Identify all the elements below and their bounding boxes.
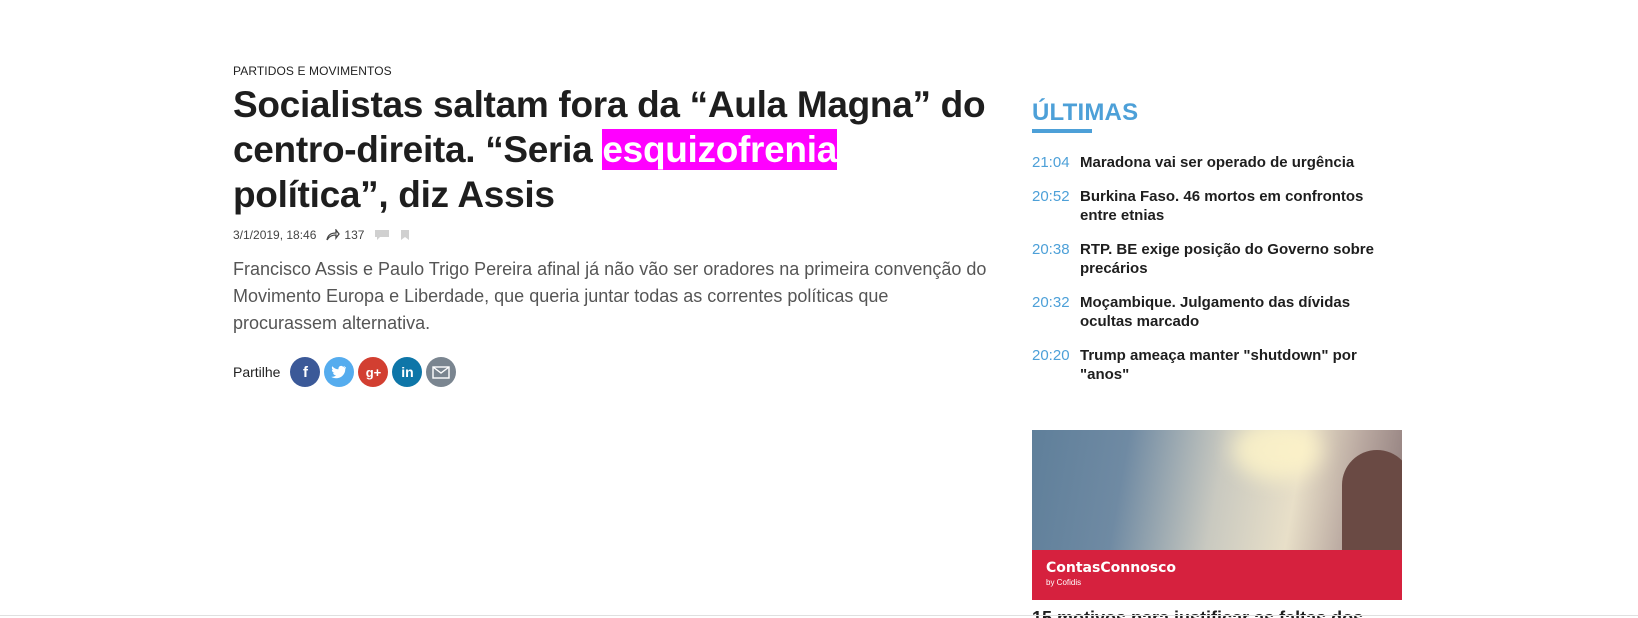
ad-brand-by: by Cofidis — [1046, 578, 1082, 587]
title-underline — [1032, 129, 1092, 133]
news-time: 20:52 — [1032, 188, 1070, 205]
news-headline[interactable]: Trump ameaça manter "shutdown" por "anos… — [1080, 346, 1402, 384]
email-share-button[interactable] — [426, 357, 457, 387]
linkedin-share-button[interactable]: in — [392, 357, 423, 387]
news-item[interactable]: 20:20 Trump ameaça manter "shutdown" por… — [1032, 346, 1402, 384]
news-time: 20:20 — [1032, 347, 1070, 364]
ad-photo-light — [1232, 430, 1322, 480]
ad-photo — [1032, 430, 1402, 560]
latest-news-list: 21:04 Maradona vai ser operado de urgênc… — [1032, 153, 1402, 399]
article-date: 3/1/2019, 18:46 — [233, 228, 317, 242]
news-headline[interactable]: Moçambique. Julgamento das dívidas ocult… — [1080, 293, 1402, 331]
news-item[interactable]: 20:38 RTP. BE exige posição do Governo s… — [1032, 240, 1402, 278]
article-meta: 3/1/2019, 18:46 137 — [233, 228, 410, 242]
ad-photo-person — [1342, 450, 1402, 560]
news-headline[interactable]: RTP. BE exige posição do Governo sobre p… — [1080, 240, 1402, 278]
news-time: 21:04 — [1032, 154, 1070, 171]
ad-caption[interactable]: 15 motivos para justificar as faltas dos — [1032, 608, 1363, 618]
google-plus-icon: g+ — [365, 364, 382, 380]
ad-brand-logo: ContasConnosco — [1046, 560, 1177, 576]
comment-icon[interactable] — [374, 229, 390, 241]
latest-news-title[interactable]: ÚLTIMAS — [1032, 99, 1138, 127]
news-item[interactable]: 20:52 Burkina Faso. 46 mortos em confron… — [1032, 187, 1402, 225]
headline-part-2: política”, diz Assis — [233, 174, 555, 215]
news-headline[interactable]: Maradona vai ser operado de urgência — [1080, 153, 1354, 172]
twitter-share-button[interactable] — [324, 357, 355, 387]
page-divider — [0, 615, 1638, 616]
sponsored-ad[interactable]: ContasConnosco by Cofidis — [1032, 430, 1402, 600]
share-bar: Partilhe f g+ in — [233, 357, 457, 387]
email-icon — [432, 365, 451, 379]
share-count-value: 137 — [344, 228, 365, 242]
news-time: 20:32 — [1032, 294, 1070, 311]
linkedin-icon: in — [401, 364, 414, 380]
share-label: Partilhe — [233, 364, 281, 380]
bookmark-icon[interactable] — [400, 229, 410, 241]
news-headline[interactable]: Burkina Faso. 46 mortos em confrontos en… — [1080, 187, 1402, 225]
facebook-share-button[interactable]: f — [290, 357, 321, 387]
news-item[interactable]: 21:04 Maradona vai ser operado de urgênc… — [1032, 153, 1402, 172]
share-count[interactable]: 137 — [326, 228, 364, 242]
facebook-icon: f — [302, 363, 308, 381]
google-plus-share-button[interactable]: g+ — [358, 357, 389, 387]
share-arrow-icon — [326, 229, 341, 241]
news-item[interactable]: 20:32 Moçambique. Julgamento das dívidas… — [1032, 293, 1402, 331]
article-category[interactable]: PARTIDOS E MOVIMENTOS — [233, 64, 392, 78]
news-time: 20:38 — [1032, 241, 1070, 258]
article-headline[interactable]: Socialistas saltam fora da “Aula Magna” … — [233, 82, 993, 217]
article-lead: Francisco Assis e Paulo Trigo Pereira af… — [233, 259, 987, 333]
headline-highlight: esquizofrenia — [602, 129, 837, 170]
twitter-icon — [331, 365, 347, 379]
